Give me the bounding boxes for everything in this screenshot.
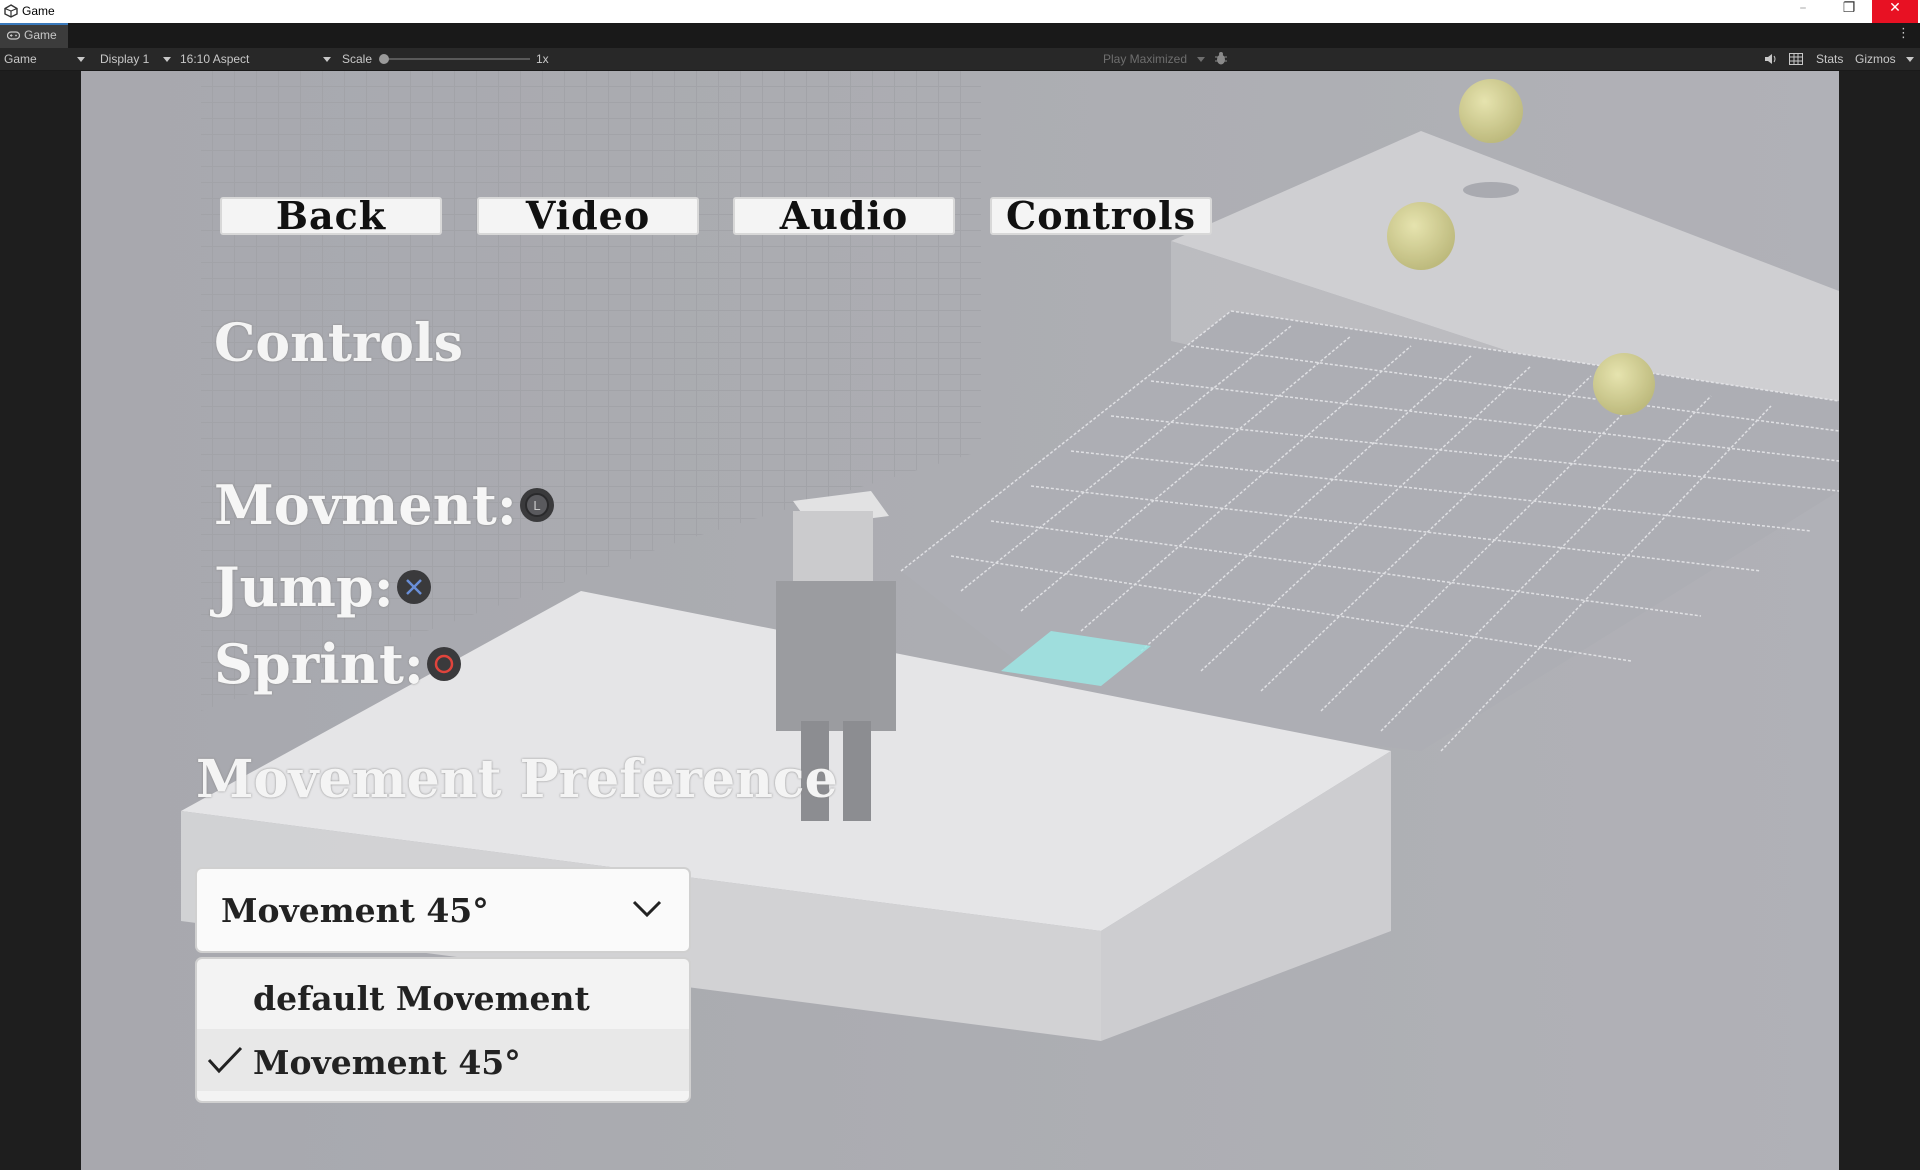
bug-icon[interactable] [1214, 51, 1228, 66]
scale-label: Scale [342, 52, 373, 66]
chevron-down-icon [632, 900, 662, 918]
editor-tabstrip: Game ⋮ [0, 23, 1920, 48]
audio-button[interactable]: Audio [733, 197, 955, 235]
view-select[interactable]: Game [4, 52, 37, 66]
window-title: Game [22, 4, 55, 18]
binding-label: Movment: [214, 473, 517, 537]
aspect-select-label: 16:10 Aspect [180, 52, 250, 66]
game-view-toolbar: Game Display 1 16:10 Aspect Scale 1x Pla… [0, 48, 1920, 71]
play-mode-select[interactable]: Play Maximized [1103, 52, 1187, 66]
game-viewport: Back Video Audio Controls Controls Movme… [81, 71, 1839, 1170]
chevron-down-icon [77, 57, 85, 62]
chevron-down-icon[interactable] [1906, 57, 1914, 62]
binding-label: Sprint: [214, 632, 424, 696]
chevron-down-icon [163, 57, 171, 62]
checkmark-icon [207, 1046, 243, 1074]
controls-button[interactable]: Controls [990, 197, 1212, 235]
circle-button-icon [426, 647, 461, 681]
restore-button[interactable]: ❐ [1826, 0, 1872, 23]
binding-label: Jump: [214, 555, 394, 619]
movement-preference-dropdown[interactable]: Movement 45° [195, 867, 691, 953]
preference-title: Movement Preference [196, 749, 838, 810]
aspect-select[interactable]: 16:10 Aspect [180, 52, 249, 66]
dropdown-option-label: default Movement [253, 979, 590, 1018]
display-select-label: Display 1 [100, 52, 150, 66]
back-button[interactable]: Back [220, 197, 442, 235]
dropdown-options-list: default Movement Movement 45° [195, 957, 691, 1103]
window-titlebar: Game – ❐ ✕ [0, 0, 1920, 23]
dropdown-option[interactable]: default Movement [197, 965, 689, 1027]
cross-button-icon [396, 570, 431, 604]
chevron-down-icon [1197, 57, 1205, 62]
left-stick-icon: L [519, 488, 554, 522]
unity-icon [4, 4, 18, 18]
view-select-label: Game [4, 52, 37, 66]
scale-slider-track[interactable] [384, 58, 530, 60]
speaker-icon[interactable] [1764, 53, 1778, 65]
gamepad-icon [7, 31, 20, 40]
grid-icon[interactable] [1789, 53, 1803, 65]
binding-row-movement: Movment: L [214, 473, 555, 537]
tab-game-label: Game [24, 28, 57, 42]
display-select[interactable]: Display 1 [100, 52, 149, 66]
chevron-down-icon [323, 57, 331, 62]
more-options-icon[interactable]: ⋮ [1897, 26, 1910, 41]
binding-row-jump: Jump: [214, 555, 432, 619]
dropdown-option-label: Movement 45° [253, 1043, 521, 1082]
stats-button[interactable]: Stats [1816, 52, 1843, 66]
close-button[interactable]: ✕ [1872, 0, 1918, 23]
minimize-button[interactable]: – [1780, 0, 1826, 23]
dropdown-option-selected[interactable]: Movement 45° [197, 1029, 689, 1091]
play-mode-label: Play Maximized [1103, 52, 1188, 66]
page-title: Controls [214, 313, 464, 374]
scale-slider-thumb[interactable] [379, 54, 389, 64]
scale-value: 1x [536, 52, 549, 66]
dropdown-selected-value: Movement 45° [221, 891, 489, 930]
video-button[interactable]: Video [477, 197, 699, 235]
gizmos-button[interactable]: Gizmos [1855, 52, 1896, 66]
binding-row-sprint: Sprint: [214, 632, 462, 696]
tab-game[interactable]: Game [0, 23, 68, 48]
svg-text:L: L [533, 498, 540, 513]
